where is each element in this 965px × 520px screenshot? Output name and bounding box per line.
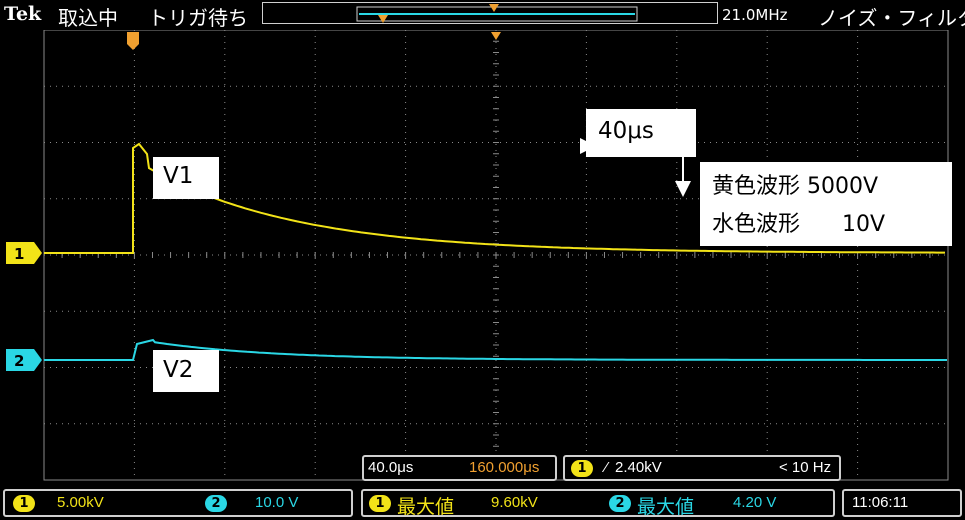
trigger-level-readout: 2.40kV xyxy=(615,459,662,476)
trigger-readout[interactable]: 1 ⁄ 2.40kV < 10 Hz xyxy=(563,455,841,481)
meas1-label: 最大値 xyxy=(397,497,455,518)
meas2-value: 4.20 V xyxy=(733,494,777,511)
meas2-label: 最大値 xyxy=(637,497,695,518)
waveform-display: 12 V1 V2 40μs 黄色波形 5000V 水色波形 10V xyxy=(0,30,965,485)
expansion-point-marker xyxy=(491,32,501,40)
meas1-value: 9.60kV xyxy=(491,494,538,511)
horizontal-readout[interactable]: 40.0μs 160.000μs xyxy=(362,455,557,481)
channel-scale-panel[interactable]: 1 5.00kV 2 10.0 V xyxy=(3,489,353,517)
meas2-badge: 2 xyxy=(609,495,631,512)
expansion-point-marker-small xyxy=(489,4,499,12)
ch1-badge: 1 xyxy=(13,495,35,512)
trigger-position-marker xyxy=(127,32,139,50)
graticule: 12 xyxy=(6,30,949,481)
bottom-readout-bar: 1 5.00kV 2 10.0 V 1 最大値 9.60kV 2 最大値 4.2… xyxy=(0,485,965,520)
bandwidth-readout: 21.0MHz xyxy=(722,6,788,24)
noise-filter-label: ノイズ・フィルタ xyxy=(818,6,965,30)
scale-legend: 黄色波形 5000V 水色波形 10V xyxy=(700,162,952,246)
trigger-slope-icon: ⁄ xyxy=(605,459,608,476)
brand-logo: Tek xyxy=(4,3,42,25)
ch1-ground-marker-label: 1 xyxy=(14,245,24,263)
legend-yellow-waveform: 黄色波形 5000V xyxy=(712,174,879,199)
meas1-badge: 1 xyxy=(369,495,391,512)
oscilloscope-screen: Tek 取込中 トリガ待ち 21.0MHz ノイズ・フィルタ 12 V1 V2 … xyxy=(0,0,965,520)
trigger-state: トリガ待ち xyxy=(148,6,248,30)
record-indicator-graphic xyxy=(356,4,638,23)
record-length-indicator[interactable] xyxy=(262,2,718,24)
time-span-label: 40μs xyxy=(586,109,696,157)
ch1-scale: 5.00kV xyxy=(57,494,104,511)
horizontal-position-readout: 160.000μs xyxy=(469,459,540,476)
trigger-position-marker-small xyxy=(378,15,388,23)
legend-cyan-waveform: 水色波形 10V xyxy=(712,212,886,237)
ch2-scale: 10.0 V xyxy=(255,494,299,511)
clock: 11:06:11 xyxy=(852,494,909,511)
clock-panel: 11:06:11 xyxy=(842,489,962,517)
acquisition-state: 取込中 xyxy=(58,6,118,30)
measurement-panel[interactable]: 1 最大値 9.60kV 2 最大値 4.20 V xyxy=(361,489,835,518)
ch2-badge: 2 xyxy=(205,495,227,512)
trace2-label: V2 xyxy=(153,350,219,392)
status-bar: Tek 取込中 トリガ待ち 21.0MHz ノイズ・フィルタ xyxy=(0,0,965,30)
trigger-frequency-readout: < 10 Hz xyxy=(779,459,832,476)
trace1-label: V1 xyxy=(153,157,219,199)
timebase-readout: 40.0μs xyxy=(368,459,414,476)
ch2-ground-marker-label: 2 xyxy=(14,352,24,370)
trigger-source-badge: 1 xyxy=(571,460,593,477)
